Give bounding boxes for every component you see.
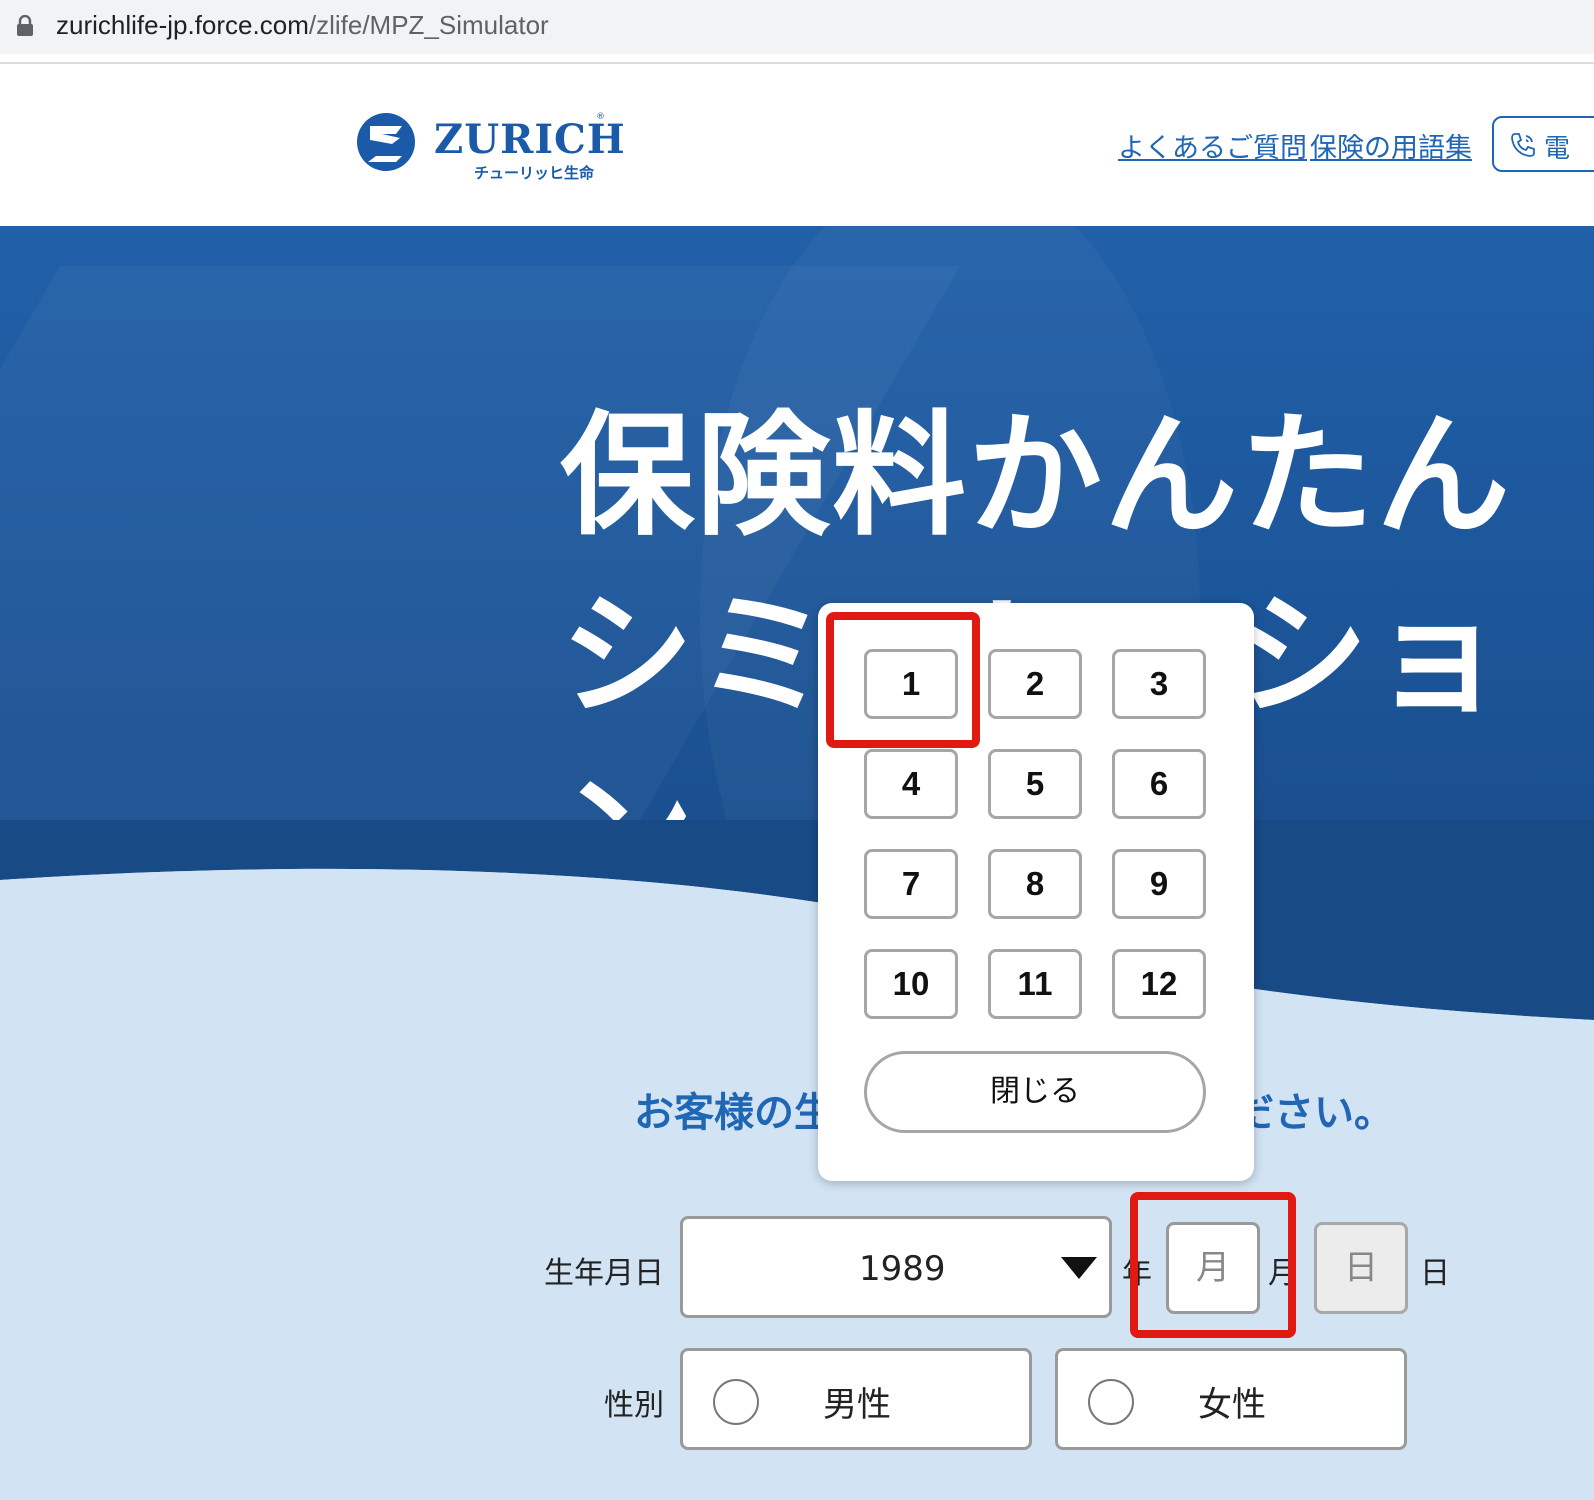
url-text[interactable]: zurichlife-jp.force.com/zlife/MPZ_Simula…: [56, 10, 549, 41]
zurich-logo-mark-icon: [357, 113, 415, 171]
month-option-12[interactable]: 12: [1112, 949, 1206, 1019]
nav-glossary-link[interactable]: 保険の用語集: [1310, 126, 1472, 165]
radio-button[interactable]: [713, 1379, 759, 1425]
month-option-9[interactable]: 9: [1112, 849, 1206, 919]
nav-faq-link[interactable]: よくあるご質問: [1118, 126, 1307, 165]
close-button[interactable]: 閉じる: [864, 1051, 1206, 1133]
dropdown-caret-icon: [1061, 1257, 1097, 1279]
wave-divider: [0, 820, 1594, 1060]
gender-label: 性別: [604, 1388, 664, 1423]
month-option-highlight: [826, 612, 980, 748]
zurich-logo[interactable]: ZURICH ® チューリッヒ生命: [356, 108, 625, 188]
month-input-highlight: [1130, 1192, 1296, 1338]
registered-mark: ®: [596, 112, 605, 122]
phone-button[interactable]: 電: [1492, 116, 1594, 172]
site-header: ZURICH ® チューリッヒ生命 よくあるご質問 保険の用語集 電: [0, 64, 1594, 228]
radio-button[interactable]: [1088, 1379, 1134, 1425]
phone-label: 電: [1544, 134, 1571, 164]
month-option-4[interactable]: 4: [864, 749, 958, 819]
year-value: 1989: [859, 1249, 946, 1289]
lock-icon: [17, 15, 33, 36]
female-label: 女性: [1198, 1385, 1266, 1425]
dob-label: 生年月日: [544, 1256, 664, 1291]
url-path: /zlife/MPZ_Simulator: [308, 10, 549, 40]
month-option-3[interactable]: 3: [1112, 649, 1206, 719]
month-option-2[interactable]: 2: [988, 649, 1082, 719]
gender-female-option[interactable]: 女性: [1055, 1348, 1407, 1450]
phone-icon: [1511, 133, 1535, 157]
logo-wordmark: ZURICH: [434, 116, 626, 163]
logo-subtitle: チューリッヒ生命: [474, 164, 595, 182]
month-option-5[interactable]: 5: [988, 749, 1082, 819]
male-label: 男性: [823, 1385, 891, 1425]
month-option-7[interactable]: 7: [864, 849, 958, 919]
day-unit: 日: [1420, 1256, 1450, 1291]
month-option-10[interactable]: 10: [864, 949, 958, 1019]
title-line-1: 保険料かんたん: [560, 398, 1513, 554]
gender-male-option[interactable]: 男性: [680, 1348, 1032, 1450]
url-domain: zurichlife-jp.force.com: [56, 10, 309, 40]
day-input[interactable]: 日: [1314, 1222, 1408, 1314]
month-option-8[interactable]: 8: [988, 849, 1082, 919]
browser-address-bar[interactable]: zurichlife-jp.force.com/zlife/MPZ_Simula…: [0, 0, 1594, 54]
month-option-6[interactable]: 6: [1112, 749, 1206, 819]
year-select[interactable]: 1989: [680, 1216, 1112, 1318]
month-option-11[interactable]: 11: [988, 949, 1082, 1019]
